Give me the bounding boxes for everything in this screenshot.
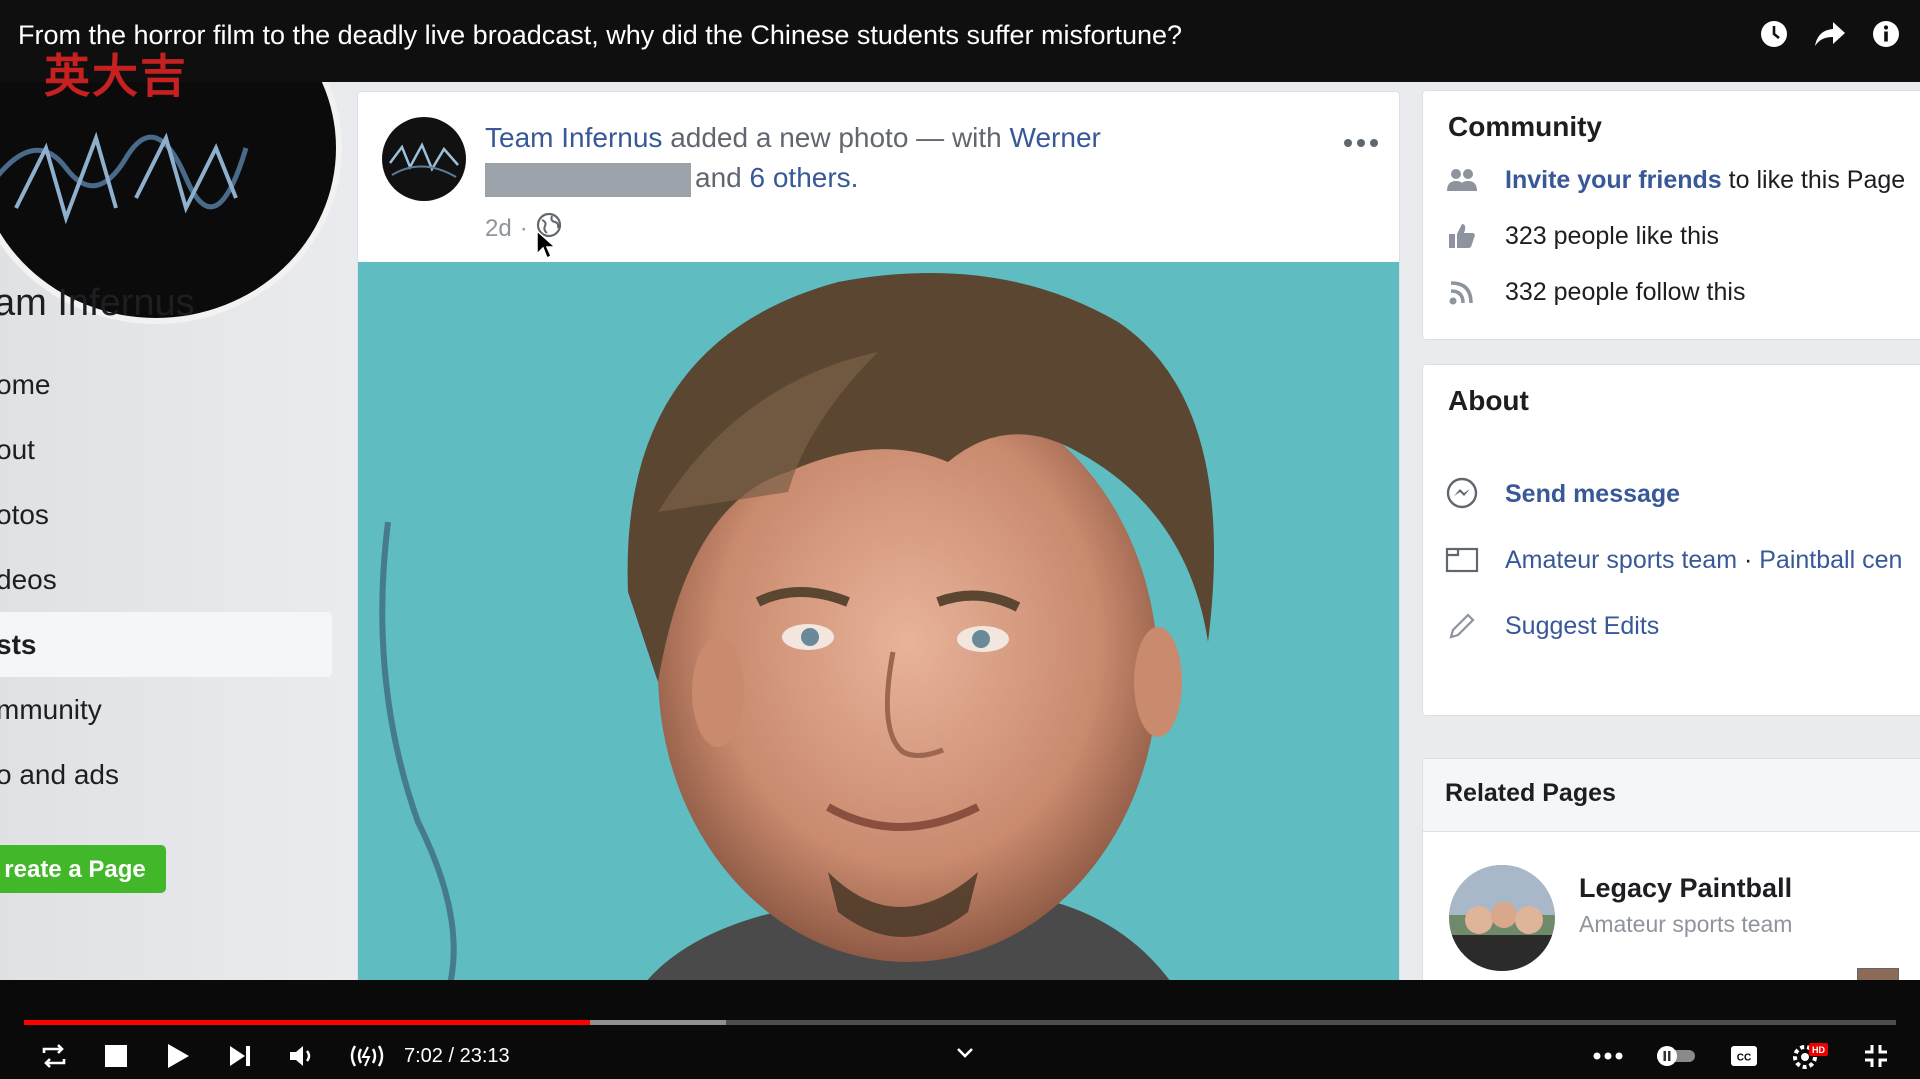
related-page-category: Amateur sports team — [1579, 911, 1793, 937]
invite-row: Invite your friends to like this Page — [1445, 163, 1905, 197]
about-card: About Send message Amateur sports team ·… — [1422, 364, 1920, 716]
chevron-down-icon[interactable] — [950, 1038, 980, 1068]
right-sidebar: Community Invite your friends to like th… — [1422, 82, 1920, 980]
nav-videos[interactable]: deos — [0, 547, 332, 612]
category-row: Amateur sports team · Paintball cen — [1445, 543, 1902, 577]
community-card: Community Invite your friends to like th… — [1422, 90, 1920, 340]
send-message-row[interactable]: Send message — [1445, 477, 1680, 511]
video-frame[interactable]: am Infernus ome out otos deos sts mmunit… — [0, 82, 1920, 980]
post-author-link[interactable]: Team Infernus — [485, 122, 662, 153]
exit-fullscreen-icon[interactable] — [1858, 1038, 1894, 1074]
suggest-edits-row[interactable]: Suggest Edits — [1445, 609, 1659, 643]
community-title: Community — [1448, 111, 1602, 142]
category-link-1[interactable]: Amateur sports team — [1505, 546, 1737, 574]
info-icon[interactable] — [1870, 18, 1902, 50]
likes-count: 323 people like this — [1505, 221, 1720, 250]
nav-about[interactable]: out — [0, 417, 332, 482]
page-sidebar: am Infernus ome out otos deos sts mmunit… — [0, 82, 345, 980]
invite-rest-text: to like this Page — [1721, 165, 1906, 194]
suggest-edits-link[interactable]: Suggest Edits — [1505, 612, 1659, 641]
nav-photos[interactable]: otos — [0, 482, 332, 547]
related-pages-card: Related Pages Legacy Paintball Amateur s… — [1422, 758, 1920, 980]
category-separator: · — [1737, 545, 1760, 574]
nav-community[interactable]: mmunity — [0, 677, 332, 742]
related-page-avatar[interactable] — [1449, 865, 1555, 971]
autoplay-toggle[interactable] — [1654, 1038, 1698, 1074]
meta-separator: · — [519, 214, 528, 242]
watch-later-icon[interactable] — [1758, 18, 1790, 50]
thumbs-up-icon — [1445, 219, 1479, 253]
post-photo[interactable] — [358, 262, 1399, 980]
create-page-button[interactable]: reate a Page — [0, 845, 166, 893]
category-folder-icon — [1445, 543, 1479, 577]
redacted-name — [485, 162, 691, 197]
time-display: 7:02 / 23:13 — [404, 1044, 510, 1067]
invite-friends-link[interactable]: Invite your friends — [1505, 166, 1722, 194]
related-page-name[interactable]: Legacy Paintball — [1579, 873, 1792, 904]
nav-info-and-ads[interactable]: o and ads — [0, 742, 332, 807]
likes-row: 323 people like this — [1445, 219, 1719, 253]
category-link-2[interactable]: Paintball cen — [1759, 546, 1902, 574]
page-name: am Infernus — [0, 282, 195, 324]
follows-count: 332 people follow this — [1505, 277, 1746, 306]
post-action-text: added a new photo — with — [662, 122, 1010, 153]
player-controls: 7:02 / 23:13 CC HD — [0, 980, 1920, 1079]
rss-follow-icon — [1445, 275, 1479, 309]
others-link[interactable]: 6 others. — [750, 162, 859, 193]
video-title-bar: 英大吉 From the horror film to the deadly l… — [0, 0, 1920, 102]
page-nav: ome out otos deos sts mmunity o and ads — [0, 352, 332, 807]
tagged-user-link[interactable]: Werner — [1010, 122, 1101, 153]
more-icon[interactable] — [1590, 1038, 1626, 1074]
svg-text:HD: HD — [1812, 1045, 1825, 1055]
messenger-icon — [1445, 477, 1479, 511]
settings-hd-icon[interactable]: HD — [1790, 1038, 1830, 1074]
volume-icon[interactable] — [284, 1038, 320, 1074]
post-header: Team Infernus added a new photo — with W… — [485, 118, 1285, 198]
svg-text:CC: CC — [1737, 1053, 1751, 1064]
loop-icon[interactable] — [36, 1038, 72, 1074]
video-title[interactable]: From the horror film to the deadly live … — [18, 20, 1182, 51]
next-icon[interactable] — [222, 1038, 258, 1074]
related-pages-title: Related Pages — [1445, 779, 1616, 807]
nav-home[interactable]: ome — [0, 352, 332, 417]
send-message-link[interactable]: Send message — [1505, 480, 1680, 509]
play-icon[interactable] — [160, 1038, 196, 1074]
follows-row: 332 people follow this — [1445, 275, 1745, 309]
about-title: About — [1448, 385, 1529, 416]
post-and-text: and — [695, 162, 750, 193]
more-options-icon[interactable] — [1343, 122, 1379, 156]
progress-bar[interactable] — [24, 1020, 1896, 1025]
post-timestamp[interactable]: 2d — [485, 215, 512, 243]
post-author-avatar[interactable] — [382, 117, 466, 201]
post-card: Team Infernus added a new photo — with W… — [357, 91, 1400, 980]
stop-icon[interactable] — [98, 1038, 134, 1074]
share-icon[interactable] — [1814, 18, 1846, 50]
live-broadcast-icon[interactable] — [346, 1038, 388, 1074]
captions-icon[interactable]: CC — [1726, 1038, 1762, 1074]
mouse-cursor-icon — [536, 229, 557, 265]
nav-posts[interactable]: sts — [0, 612, 332, 677]
played-fill — [24, 1020, 591, 1025]
pencil-icon — [1445, 609, 1479, 643]
people-icon — [1445, 163, 1479, 197]
